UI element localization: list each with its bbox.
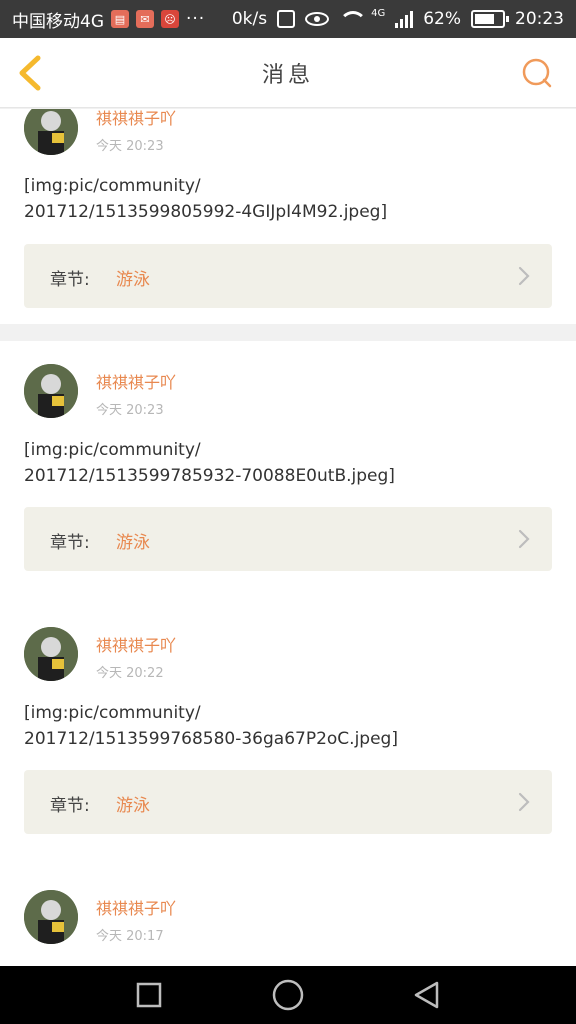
message-content: [img:pic/community/ 201712/1513599785932… bbox=[24, 437, 554, 489]
chapter-value: 游泳 bbox=[116, 270, 150, 290]
chapter-link[interactable]: 章节: 游泳 bbox=[24, 770, 552, 834]
username[interactable]: 祺祺祺子吖 bbox=[96, 369, 176, 393]
carrier-label: 中国移动4G bbox=[12, 11, 104, 32]
clock: 20:23 bbox=[515, 9, 564, 29]
more-notifications-dots: ··· bbox=[186, 9, 206, 29]
avatar[interactable] bbox=[24, 890, 78, 944]
message-card[interactable]: 祺祺祺子吖 今天 20:22 [img:pic/community/ 20171… bbox=[0, 604, 576, 867]
avatar[interactable] bbox=[24, 109, 78, 155]
chapter-link[interactable]: 章节: 游泳 bbox=[24, 244, 552, 308]
app-alert-icon: ☹ bbox=[161, 10, 179, 28]
square-icon bbox=[137, 982, 162, 1008]
chevron-right-icon bbox=[518, 792, 530, 812]
chapter-value: 游泳 bbox=[116, 533, 150, 553]
username[interactable]: 祺祺祺子吖 bbox=[96, 109, 176, 129]
back-button[interactable] bbox=[14, 54, 50, 92]
message-card[interactable]: 祺祺祺子吖 今天 20:23 [img:pic/community/ 20171… bbox=[0, 341, 576, 604]
status-bar-right: 0k/s 4G 62% 20:23 bbox=[231, 7, 564, 30]
username[interactable]: 祺祺祺子吖 bbox=[96, 632, 176, 656]
timestamp: 今天 20:23 bbox=[96, 139, 164, 154]
chapter-value: 游泳 bbox=[116, 796, 150, 816]
content-line: 201712/1513599768580-36ga67P2oC.jpeg] bbox=[24, 729, 398, 749]
content-line: 201712/1513599785932-70088E0utB.jpeg] bbox=[24, 466, 395, 486]
battery-percent: 62% bbox=[423, 9, 461, 29]
chevron-right-icon bbox=[518, 529, 530, 549]
status-bar: 中国移动4G ▤ ✉ ☹ ··· 0k/s 4G 62% 20:23 bbox=[0, 0, 576, 38]
wifi-icon bbox=[339, 11, 368, 27]
chevron-left-icon bbox=[19, 55, 41, 91]
home-button[interactable] bbox=[268, 975, 308, 1015]
message-notification-icon: ✉ bbox=[136, 10, 154, 28]
signal-icon bbox=[395, 10, 414, 28]
chapter-label: 章节: bbox=[50, 796, 90, 816]
page-title: 消息 bbox=[261, 62, 314, 88]
network-type: 4G bbox=[371, 7, 386, 19]
timestamp: 今天 20:22 bbox=[96, 666, 164, 681]
search-icon bbox=[522, 58, 552, 88]
eye-comfort-icon bbox=[305, 12, 330, 26]
vibrate-icon bbox=[277, 10, 296, 28]
content-line: [img:pic/community/ bbox=[24, 703, 201, 723]
status-bar-left: 中国移动4G ▤ ✉ ☹ ··· bbox=[12, 7, 205, 32]
message-feed[interactable]: 祺祺祺子吖 今天 20:23 [img:pic/community/ 20171… bbox=[0, 109, 576, 966]
message-card[interactable]: 祺祺祺子吖 今天 20:17 bbox=[0, 867, 576, 966]
content-line: 201712/1513599805992-4GIJpI4M92.jpeg] bbox=[24, 202, 388, 222]
search-button[interactable] bbox=[520, 56, 554, 90]
chapter-label: 章节: bbox=[50, 270, 90, 290]
message-content: [img:pic/community/ 201712/1513599768580… bbox=[24, 700, 554, 752]
message-card[interactable]: 祺祺祺子吖 今天 20:23 [img:pic/community/ 20171… bbox=[0, 109, 576, 324]
system-back-button[interactable] bbox=[407, 975, 447, 1015]
app-notification-icon: ▤ bbox=[111, 10, 129, 28]
avatar[interactable] bbox=[24, 364, 78, 418]
content-line: [img:pic/community/ bbox=[24, 440, 201, 460]
avatar[interactable] bbox=[24, 627, 78, 681]
circle-icon bbox=[272, 979, 304, 1011]
top-app-bar: 消息 bbox=[0, 38, 576, 108]
timestamp: 今天 20:17 bbox=[96, 929, 164, 944]
username[interactable]: 祺祺祺子吖 bbox=[96, 895, 176, 919]
message-content: [img:pic/community/ 201712/1513599805992… bbox=[24, 173, 554, 225]
content-line: [img:pic/community/ bbox=[24, 176, 201, 196]
app-root: 中国移动4G ▤ ✉ ☹ ··· 0k/s 4G 62% 20:23 消息 祺祺… bbox=[0, 0, 576, 1024]
battery-icon bbox=[471, 10, 509, 28]
timestamp: 今天 20:23 bbox=[96, 403, 164, 418]
network-speed: 0k/s bbox=[231, 9, 268, 29]
system-nav-bar bbox=[0, 966, 576, 1024]
chevron-right-icon bbox=[518, 266, 530, 286]
chapter-label: 章节: bbox=[50, 533, 90, 553]
recent-apps-button[interactable] bbox=[129, 975, 169, 1015]
chapter-link[interactable]: 章节: 游泳 bbox=[24, 507, 552, 571]
triangle-back-icon bbox=[414, 981, 438, 1009]
